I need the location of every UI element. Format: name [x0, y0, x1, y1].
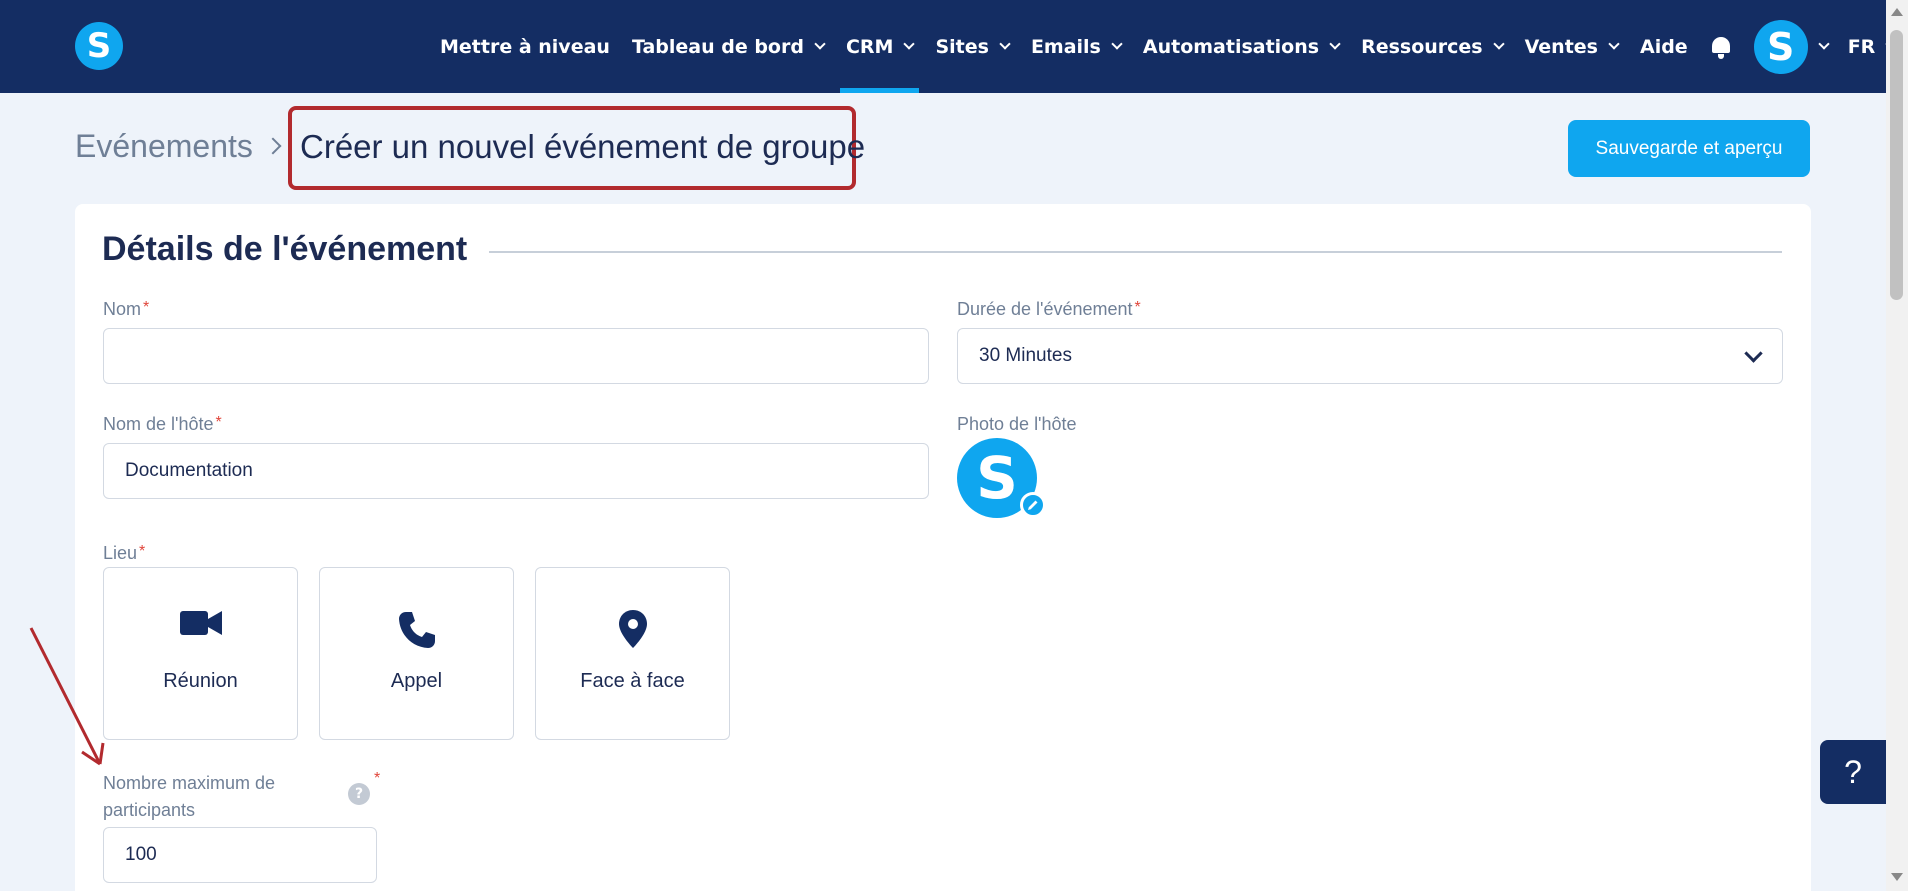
chevron-down-icon — [1608, 37, 1620, 50]
phone-icon — [320, 610, 513, 650]
nav-item-upgrade[interactable]: Mettre à niveau — [440, 0, 610, 93]
max-participants-label-line-1: Nombre maximum de — [103, 773, 276, 793]
nav-item-sales[interactable]: Ventes — [1524, 0, 1620, 93]
nav-item-label: CRM — [845, 35, 894, 58]
video-camera-icon — [104, 610, 297, 650]
host-name-input[interactable]: Documentation — [103, 443, 929, 499]
section-divider — [489, 251, 1782, 253]
pencil-icon[interactable] — [1020, 492, 1046, 518]
nav-item-label: Ressources — [1361, 35, 1483, 58]
nav-item-label: Aide — [1639, 35, 1688, 58]
nav-item-label: Ventes — [1524, 35, 1598, 58]
nav-item-label: Sites — [935, 35, 989, 58]
event-details-card — [75, 204, 1811, 891]
chevron-down-icon — [903, 37, 916, 50]
duration-label: Durée de l'événement * — [957, 299, 1141, 320]
location-option-label: Réunion — [163, 670, 238, 692]
nav-item-resources[interactable]: Ressources — [1361, 0, 1505, 93]
account-menu[interactable]: S — [1753, 0, 1830, 93]
name-label-text: Nom — [103, 299, 142, 319]
chevron-down-icon — [1111, 37, 1123, 50]
annotation-arrow-icon — [29, 627, 105, 766]
save-and-preview-button[interactable]: Sauvegarde et aperçu — [1568, 120, 1810, 177]
chevron-down-icon — [1744, 344, 1763, 363]
host-name-input-value: Documentation — [125, 460, 253, 481]
location-option-label: Face à face — [580, 670, 685, 692]
info-icon[interactable]: ? — [348, 783, 370, 805]
chevron-down-icon — [1818, 37, 1830, 50]
nav-item-crm[interactable]: CRM — [839, 0, 920, 93]
host-name-label: Nom de l'hôte * — [103, 414, 222, 435]
required-mark: * — [143, 299, 150, 316]
top-navigation: S Mettre à niveau Tableau de bord CRM Si… — [0, 0, 1897, 93]
nav-item-label: Tableau de bord — [631, 35, 804, 58]
nav-menu: Mettre à niveau Tableau de bord CRM Site… — [440, 0, 1908, 93]
location-option-in-person[interactable]: Face à face — [535, 567, 730, 740]
chevron-down-icon — [999, 37, 1011, 50]
chevron-right-icon — [264, 137, 282, 155]
duration-select-value: 30 Minutes — [979, 345, 1072, 366]
chevron-down-icon — [1329, 37, 1341, 50]
nav-item-sites[interactable]: Sites — [935, 0, 1011, 93]
help-button[interactable]: ? — [1820, 740, 1886, 804]
brand-logo[interactable]: S — [75, 22, 123, 70]
language-label: FR — [1847, 35, 1876, 58]
nav-item-dashboard[interactable]: Tableau de bord — [631, 0, 826, 93]
max-participants-input[interactable]: 100 — [103, 827, 377, 883]
page-scrollbar[interactable] — [1886, 0, 1908, 891]
required-mark: * — [1134, 299, 1141, 316]
required-mark: * — [372, 770, 380, 791]
max-participants-label: Nombre maximum de participants — [103, 770, 275, 824]
chevron-down-icon — [814, 37, 826, 50]
page-title: Créer un nouvel événement de groupe — [300, 128, 866, 165]
avatar: S — [1753, 19, 1808, 74]
location-option-meeting[interactable]: Réunion — [103, 567, 298, 740]
nav-item-emails[interactable]: Emails — [1030, 0, 1123, 93]
scroll-down-icon[interactable] — [1891, 873, 1903, 881]
host-name-label-text: Nom de l'hôte — [103, 414, 214, 434]
map-pin-icon — [536, 610, 729, 650]
location-label: Lieu * — [103, 543, 145, 564]
max-participants-label-line-2: participants — [103, 800, 196, 820]
required-mark: * — [139, 543, 146, 560]
chevron-down-icon — [1492, 37, 1505, 50]
section-title: Détails de l'événement — [102, 230, 468, 268]
duration-label-text: Durée de l'événement — [957, 299, 1133, 319]
location-option-label: Appel — [390, 670, 443, 692]
duration-select[interactable]: 30 Minutes — [957, 328, 1783, 384]
nav-item-help[interactable]: Aide — [1640, 0, 1688, 93]
nav-item-automations[interactable]: Automatisations — [1142, 0, 1341, 93]
breadcrumb-root-link[interactable]: Evénements — [75, 128, 253, 165]
nav-item-label: Emails — [1030, 35, 1101, 58]
location-label-text: Lieu — [103, 543, 138, 563]
required-mark: * — [215, 414, 222, 431]
required-mark-text: * — [374, 770, 381, 787]
max-participants-input-value: 100 — [125, 844, 157, 865]
location-option-call[interactable]: Appel — [319, 567, 514, 740]
host-photo-label: Photo de l'hôte — [957, 414, 1077, 434]
nav-item-label: Automatisations — [1142, 35, 1320, 58]
name-input[interactable] — [103, 328, 929, 384]
bell-icon[interactable] — [1710, 35, 1732, 59]
scroll-thumb[interactable] — [1890, 30, 1903, 300]
scroll-up-icon[interactable] — [1891, 8, 1903, 16]
name-label: Nom * — [103, 299, 149, 320]
nav-item-label: Mettre à niveau — [440, 35, 610, 58]
